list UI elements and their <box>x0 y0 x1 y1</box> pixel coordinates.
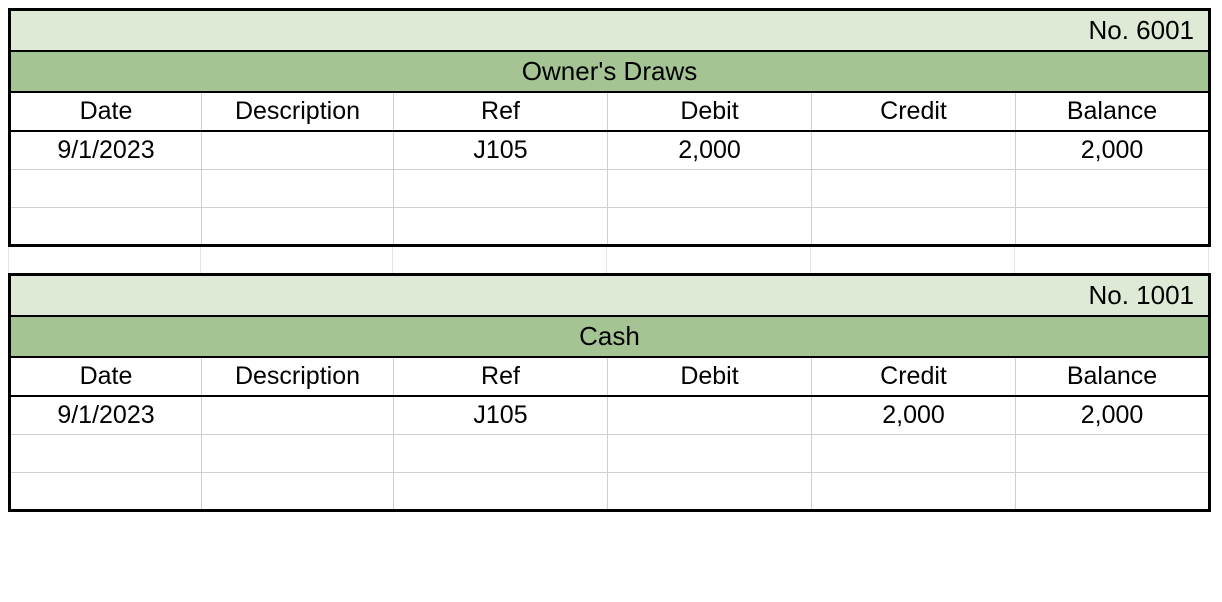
account-number: No. 6001 <box>10 10 1210 52</box>
col-header-balance: Balance <box>1016 357 1210 396</box>
ledger-table: No. 6001 Owner's Draws Date Description … <box>8 8 1211 247</box>
col-header-balance: Balance <box>1016 92 1210 131</box>
cell-debit <box>608 170 812 208</box>
cell-description <box>202 396 394 435</box>
account-name: Cash <box>10 316 1210 357</box>
col-header-debit: Debit <box>608 92 812 131</box>
cell-credit <box>812 208 1016 246</box>
cell-date: 9/1/2023 <box>10 396 202 435</box>
cell-credit <box>812 170 1016 208</box>
table-row <box>10 208 1210 246</box>
cell-debit <box>608 396 812 435</box>
col-header-date: Date <box>10 357 202 396</box>
cell-credit <box>812 131 1016 170</box>
cell-debit <box>608 208 812 246</box>
cell-balance <box>1016 170 1210 208</box>
cell-ref: J105 <box>394 131 608 170</box>
cell-description <box>202 473 394 511</box>
table-row <box>10 435 1210 473</box>
cell-ref: J105 <box>394 396 608 435</box>
cell-debit: 2,000 <box>608 131 812 170</box>
cell-description <box>202 435 394 473</box>
col-header-date: Date <box>10 92 202 131</box>
col-header-ref: Ref <box>394 357 608 396</box>
account-number: No. 1001 <box>10 275 1210 317</box>
cell-ref <box>394 170 608 208</box>
cell-balance <box>1016 473 1210 511</box>
table-row: 9/1/2023 J105 2,000 2,000 <box>10 396 1210 435</box>
cell-debit <box>608 473 812 511</box>
table-row <box>10 170 1210 208</box>
cell-debit <box>608 435 812 473</box>
col-header-debit: Debit <box>608 357 812 396</box>
cell-date <box>10 473 202 511</box>
account-name: Owner's Draws <box>10 51 1210 92</box>
col-header-description: Description <box>202 92 394 131</box>
cell-ref <box>394 208 608 246</box>
ledger-table: No. 1001 Cash Date Description Ref Debit… <box>8 273 1211 512</box>
cell-balance: 2,000 <box>1016 396 1210 435</box>
cell-description <box>202 131 394 170</box>
cell-description <box>202 208 394 246</box>
table-row: 9/1/2023 J105 2,000 2,000 <box>10 131 1210 170</box>
col-header-description: Description <box>202 357 394 396</box>
cell-ref <box>394 473 608 511</box>
cell-credit <box>812 473 1016 511</box>
col-header-credit: Credit <box>812 92 1016 131</box>
table-row <box>10 473 1210 511</box>
cell-date <box>10 170 202 208</box>
cell-date <box>10 435 202 473</box>
cell-credit: 2,000 <box>812 396 1016 435</box>
col-header-credit: Credit <box>812 357 1016 396</box>
cell-balance: 2,000 <box>1016 131 1210 170</box>
cell-balance <box>1016 435 1210 473</box>
gap-row <box>8 247 1208 273</box>
cell-balance <box>1016 208 1210 246</box>
col-header-ref: Ref <box>394 92 608 131</box>
cell-description <box>202 170 394 208</box>
cell-ref <box>394 435 608 473</box>
cell-date: 9/1/2023 <box>10 131 202 170</box>
cell-date <box>10 208 202 246</box>
cell-credit <box>812 435 1016 473</box>
